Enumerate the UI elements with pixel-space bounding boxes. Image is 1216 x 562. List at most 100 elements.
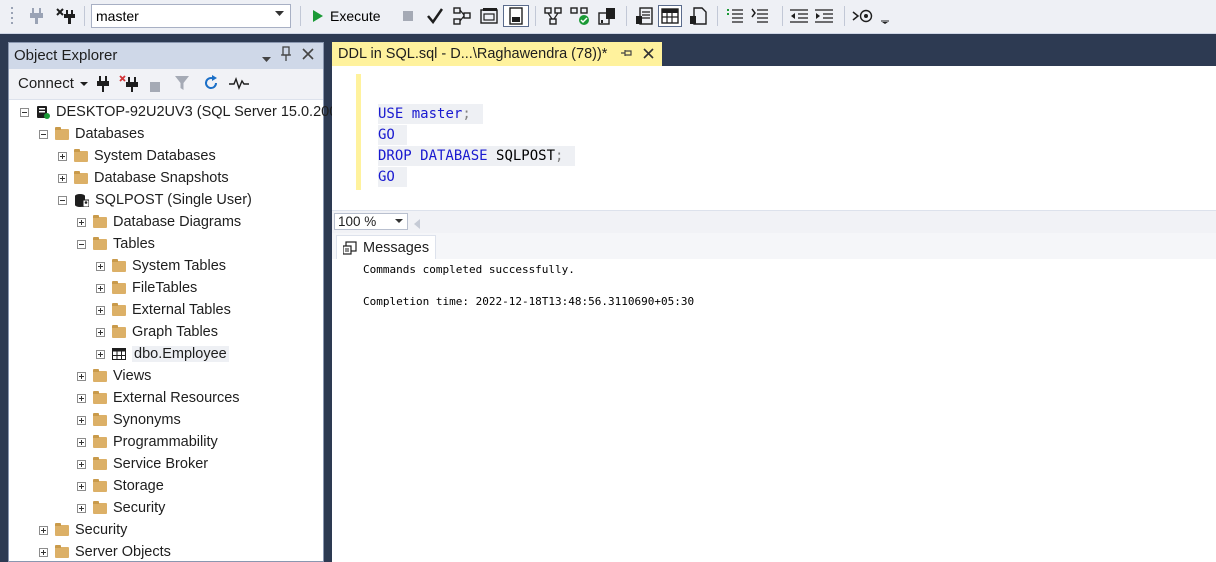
parse-checkmark-icon[interactable]	[424, 5, 446, 27]
expand-plus-icon[interactable]	[77, 415, 86, 425]
uncomment-lines-icon[interactable]	[750, 5, 772, 27]
client-statistics-icon[interactable]	[596, 5, 618, 27]
results-to-file-icon[interactable]	[687, 5, 709, 27]
results-to-grid-toggle[interactable]	[658, 5, 682, 27]
activity-monitor-icon[interactable]	[229, 75, 249, 94]
stop-icon[interactable]	[400, 5, 416, 27]
tree-node-label: SQLPOST (Single User)	[95, 192, 252, 208]
message-line: Commands completed successfully.	[363, 263, 575, 276]
tree-node[interactable]: DESKTOP-92U2UV3 (SQL Server 15.0.200	[20, 102, 337, 122]
connect-dropdown-button[interactable]: Connect	[18, 75, 89, 92]
connect-plug-icon[interactable]	[27, 5, 47, 27]
results-to-text-icon[interactable]	[633, 5, 655, 27]
filter-icon[interactable]	[175, 75, 189, 94]
toolbar-overflow-icon[interactable]	[879, 9, 891, 31]
toolbar-separator	[844, 6, 845, 26]
disconnect-icon[interactable]	[119, 75, 139, 96]
sql-keyword: USE	[378, 106, 404, 122]
code-line: USE master;	[378, 104, 483, 124]
auto-hide-pin-icon[interactable]	[281, 46, 291, 65]
tree-node[interactable]: Service Broker	[77, 454, 208, 474]
expand-plus-icon[interactable]	[96, 349, 105, 359]
expand-plus-icon[interactable]	[96, 327, 105, 337]
tree-node[interactable]: Databases	[39, 124, 144, 144]
execute-button[interactable]: Execute	[308, 5, 385, 27]
close-icon[interactable]	[643, 46, 655, 63]
tree-node-label: Graph Tables	[132, 324, 218, 340]
expand-plus-icon[interactable]	[77, 481, 86, 491]
server-icon	[37, 106, 50, 119]
increase-indent-icon[interactable]	[813, 5, 835, 27]
expand-plus-icon[interactable]	[77, 503, 86, 513]
refresh-icon[interactable]	[203, 75, 219, 94]
tree-node-label: dbo.Employee	[132, 346, 229, 362]
tree-node[interactable]: Graph Tables	[96, 322, 218, 342]
tree-node[interactable]: Security	[77, 498, 165, 518]
folder-icon	[55, 544, 69, 558]
expand-plus-icon[interactable]	[77, 459, 86, 469]
collapse-minus-icon[interactable]	[39, 129, 48, 139]
execute-label: Execute	[330, 8, 381, 24]
tree-node[interactable]: System Tables	[96, 256, 226, 276]
results-to-file-toggle[interactable]	[503, 5, 529, 27]
zoom-dropdown[interactable]: 100 %	[334, 213, 408, 230]
code-line: DROP DATABASE SQLPOST;	[378, 146, 576, 166]
tree-node[interactable]: dbo.Employee	[96, 344, 229, 364]
window-position-dropdown-icon[interactable]	[262, 50, 271, 66]
expand-plus-icon[interactable]	[96, 305, 105, 315]
tree-node[interactable]: Database Diagrams	[77, 212, 241, 232]
tree-node[interactable]: Security	[39, 520, 127, 540]
tree-node[interactable]: System Databases	[58, 146, 216, 166]
tree-node-label: DESKTOP-92U2UV3 (SQL Server 15.0.200	[56, 104, 338, 120]
tree-node[interactable]: Server Objects	[39, 542, 171, 562]
expand-plus-icon[interactable]	[77, 393, 86, 403]
tree-node[interactable]: SQLPOST (Single User)	[58, 190, 252, 210]
expand-plus-icon[interactable]	[58, 151, 67, 161]
tree-node[interactable]: External Resources	[77, 388, 240, 408]
folder-icon	[93, 478, 107, 492]
expand-plus-icon[interactable]	[39, 547, 48, 557]
chevron-down-icon	[395, 219, 403, 223]
tree-node[interactable]: Programmability	[77, 432, 218, 452]
toolbar-separator	[782, 6, 783, 26]
folder-icon	[93, 390, 107, 404]
expand-plus-icon[interactable]	[77, 437, 86, 447]
sql-code-editor[interactable]: USE master; GO DROP DATABASE SQLPOST; GO	[332, 66, 1216, 210]
tree-node[interactable]: Database Snapshots	[58, 168, 229, 188]
tree-node[interactable]: Synonyms	[77, 410, 181, 430]
decrease-indent-icon[interactable]	[788, 5, 810, 27]
stop-icon[interactable]	[150, 79, 160, 95]
folder-icon	[93, 500, 107, 514]
live-statistics-icon[interactable]	[569, 5, 591, 27]
expand-plus-icon[interactable]	[96, 261, 105, 271]
tab-pin-icon[interactable]	[621, 47, 633, 61]
change-connection-icon[interactable]	[54, 5, 76, 27]
expand-plus-icon[interactable]	[77, 217, 86, 227]
tree-node[interactable]: Tables	[77, 234, 155, 254]
available-databases-dropdown[interactable]: master	[91, 4, 291, 28]
expand-plus-icon[interactable]	[96, 283, 105, 293]
collapse-minus-icon[interactable]	[77, 239, 86, 249]
document-tab[interactable]: DDL in SQL.sql - D...\Raghawendra (78))*	[332, 42, 663, 66]
query-options-icon[interactable]	[478, 5, 500, 27]
tab-messages[interactable]: Messages	[336, 235, 437, 259]
zoom-level: 100 %	[338, 214, 377, 229]
folder-icon	[55, 126, 69, 140]
expand-plus-icon[interactable]	[77, 371, 86, 381]
tree-node[interactable]: FileTables	[96, 278, 197, 298]
tree-node[interactable]: Storage	[77, 476, 164, 496]
expand-plus-icon[interactable]	[39, 525, 48, 535]
comment-lines-icon[interactable]	[724, 5, 746, 27]
collapse-minus-icon[interactable]	[20, 107, 29, 117]
close-icon[interactable]	[302, 46, 314, 65]
toolbar-separator	[717, 6, 718, 26]
tree-node[interactable]: Views	[77, 366, 151, 386]
specify-template-values-icon[interactable]	[850, 5, 876, 27]
scroll-left-icon[interactable]	[414, 216, 420, 232]
actual-plan-icon[interactable]	[542, 5, 564, 27]
connect-plug-icon[interactable]	[97, 75, 109, 96]
expand-plus-icon[interactable]	[58, 173, 67, 183]
tree-node[interactable]: External Tables	[96, 300, 231, 320]
collapse-minus-icon[interactable]	[58, 195, 67, 205]
estimated-plan-icon[interactable]	[451, 5, 473, 27]
